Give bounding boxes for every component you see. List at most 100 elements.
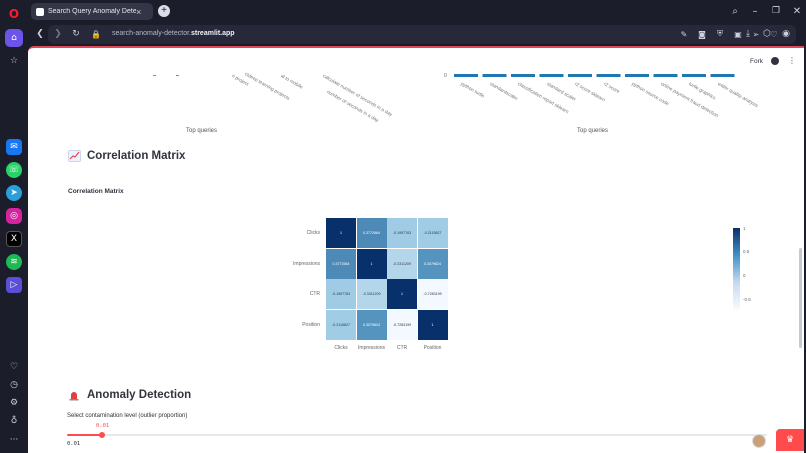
left-chart-x-title: Top queries [186,128,218,134]
police-light-icon [68,389,81,401]
browser-sidebar: O ⌂ ☆ ✉ ☏ ➤ ◎ X ≋ ▷ ♡ ◷ ⚙ ♁ ··· [0,0,28,453]
tab-title: Search Query Anomaly Dete [48,8,136,15]
right-chart-bar [482,74,507,77]
heatmap-cell: 0.3772664 [326,248,356,279]
tab-bar: Search Query Anomaly Dete × + ⌕ – ❐ ✕ [28,0,806,22]
crown-icon: ♛ [785,435,795,445]
history-icon[interactable]: ◷ [6,377,22,393]
right-chart-x-label: r2 score [602,82,620,95]
heatmap-cell: 1 [387,279,417,309]
opera-logo-icon[interactable]: O [6,6,22,22]
close-window-icon[interactable]: ✕ [790,4,804,18]
left-chart-tick [153,75,156,76]
heatmap-cell: 0.3079624 [417,248,448,279]
viewer-avatar[interactable] [752,434,766,448]
right-chart-x-label: standardscaler [488,82,518,103]
right-chart-bar [454,74,478,77]
heatmap-cell: -0.2115827 [417,218,448,248]
active-tab[interactable]: Search Query Anomaly Dete × [31,3,153,20]
heatmap-cell: -0.2115827 [326,309,356,340]
heart-icon[interactable]: ♡ [6,359,22,375]
telegram-icon[interactable]: ➤ [6,185,22,201]
slider-fill [67,434,102,436]
heatmap-cell: -0.7283199 [417,279,448,309]
left-chart-x-label: al to mobile [279,74,304,91]
forward-icon[interactable]: ❯ [52,28,64,40]
heatmap-row-label: Impressions [293,260,320,267]
right-chart-x-title: Top queries [577,128,609,134]
page-scrollbar[interactable] [799,248,802,348]
right-chart-x-label: classification report sklearn [516,82,570,116]
home-icon[interactable]: ⌂ [5,29,23,47]
spotify-icon[interactable]: ≋ [6,254,22,270]
camera-icon[interactable]: ◙ [696,28,708,40]
minimize-icon[interactable]: – [748,4,762,18]
profile-icon[interactable]: ◉ [780,28,792,40]
fork-button[interactable]: Fork [750,58,763,65]
extensions-icon[interactable]: ⬡ [761,28,773,40]
streamlit-badge[interactable]: ♛ [776,429,804,451]
contamination-label: Select contamination level (outlier prop… [67,413,188,419]
instagram-icon[interactable]: ◎ [6,208,22,224]
slider-track[interactable] [67,434,767,436]
aria-icon[interactable]: ▷ [6,277,22,293]
edit-icon[interactable]: ✎ [678,28,690,40]
shield-icon[interactable]: ⛨ [714,28,726,40]
heatmap-cell: 0.3772664 [356,218,387,248]
right-chart-bar [539,74,564,77]
x-twitter-icon[interactable]: X [6,231,22,247]
right-chart-bar [568,74,592,77]
slider-current-value: 0.01 [96,423,110,429]
anomaly-detection-header: Anomaly Detection [68,389,191,401]
heatmap-row-label: Position [302,321,320,328]
heatmap-title: Correlation Matrix [68,188,124,195]
right-chart-bar [682,74,706,77]
star-icon[interactable]: ☆ [6,53,22,69]
lightbulb-icon[interactable]: ♁ [6,413,22,429]
heatmap-cell: -0.1997763 [387,218,417,248]
back-icon[interactable]: ❮ [34,28,46,40]
download-icon[interactable]: ⤓ [742,28,754,40]
right-chart-bar [625,74,649,77]
heatmap-cell: 1 [326,218,356,248]
search-tabs-icon[interactable]: ⌕ [728,4,742,18]
heatmap-cell: -0.3311209 [387,248,417,279]
settings-icon[interactable]: ⚙ [6,395,22,411]
maximize-icon[interactable]: ❐ [769,4,783,18]
right-chart-bar [596,74,621,77]
right-chart-x-label: water quality analysis [716,82,758,110]
slider-min-value: 0.01 [67,441,81,447]
heatmap-cell: 1 [356,248,387,279]
heatmap-cell: 0.3079624 [356,309,387,340]
reload-icon[interactable]: ↻ [70,28,82,40]
right-chart-bar [511,74,535,77]
heatmap-cell: 1 [417,309,448,340]
heatmap-row-label: Clicks [306,230,320,236]
whatsapp-icon[interactable]: ☏ [6,162,22,178]
heatmap-row-label: CTR [309,291,320,297]
tab-close-icon[interactable]: × [136,7,141,17]
messenger-icon[interactable]: ✉ [6,139,22,155]
colorbar-tick: 0 [743,273,746,278]
heatmap-cell: -0.1997763 [326,279,356,309]
right-chart-bar [710,74,735,77]
right-chart-x-label: python turtle [459,82,485,100]
new-tab-button[interactable]: + [158,5,170,17]
chart-increasing-icon [68,150,81,162]
main-menu-icon[interactable]: ⋮ [788,56,796,65]
left-chart-tick [176,75,179,76]
contamination-slider[interactable] [67,432,767,438]
heatmap-colorbar [733,228,740,310]
github-icon[interactable] [771,57,779,65]
colorbar-tick: 1 [743,226,746,231]
correlation-matrix-title: Correlation Matrix [87,150,186,162]
slider-thumb[interactable] [99,432,105,438]
heatmap-cell: -0.7283199 [387,309,417,340]
address-bar: ❮ ❯ ↻ 🔒 search-anomaly-detector.streamli… [28,22,806,46]
more-icon[interactable]: ··· [6,432,22,448]
tab-favicon-icon [36,7,44,16]
url-text[interactable]: search-anomaly-detector.streamlit.app [112,30,235,37]
heatmap-col-label: Position [423,345,442,351]
url-box[interactable]: ❯ ↻ 🔒 search-anomaly-detector.streamlit.… [48,25,796,44]
right-chart-bars [454,74,735,77]
